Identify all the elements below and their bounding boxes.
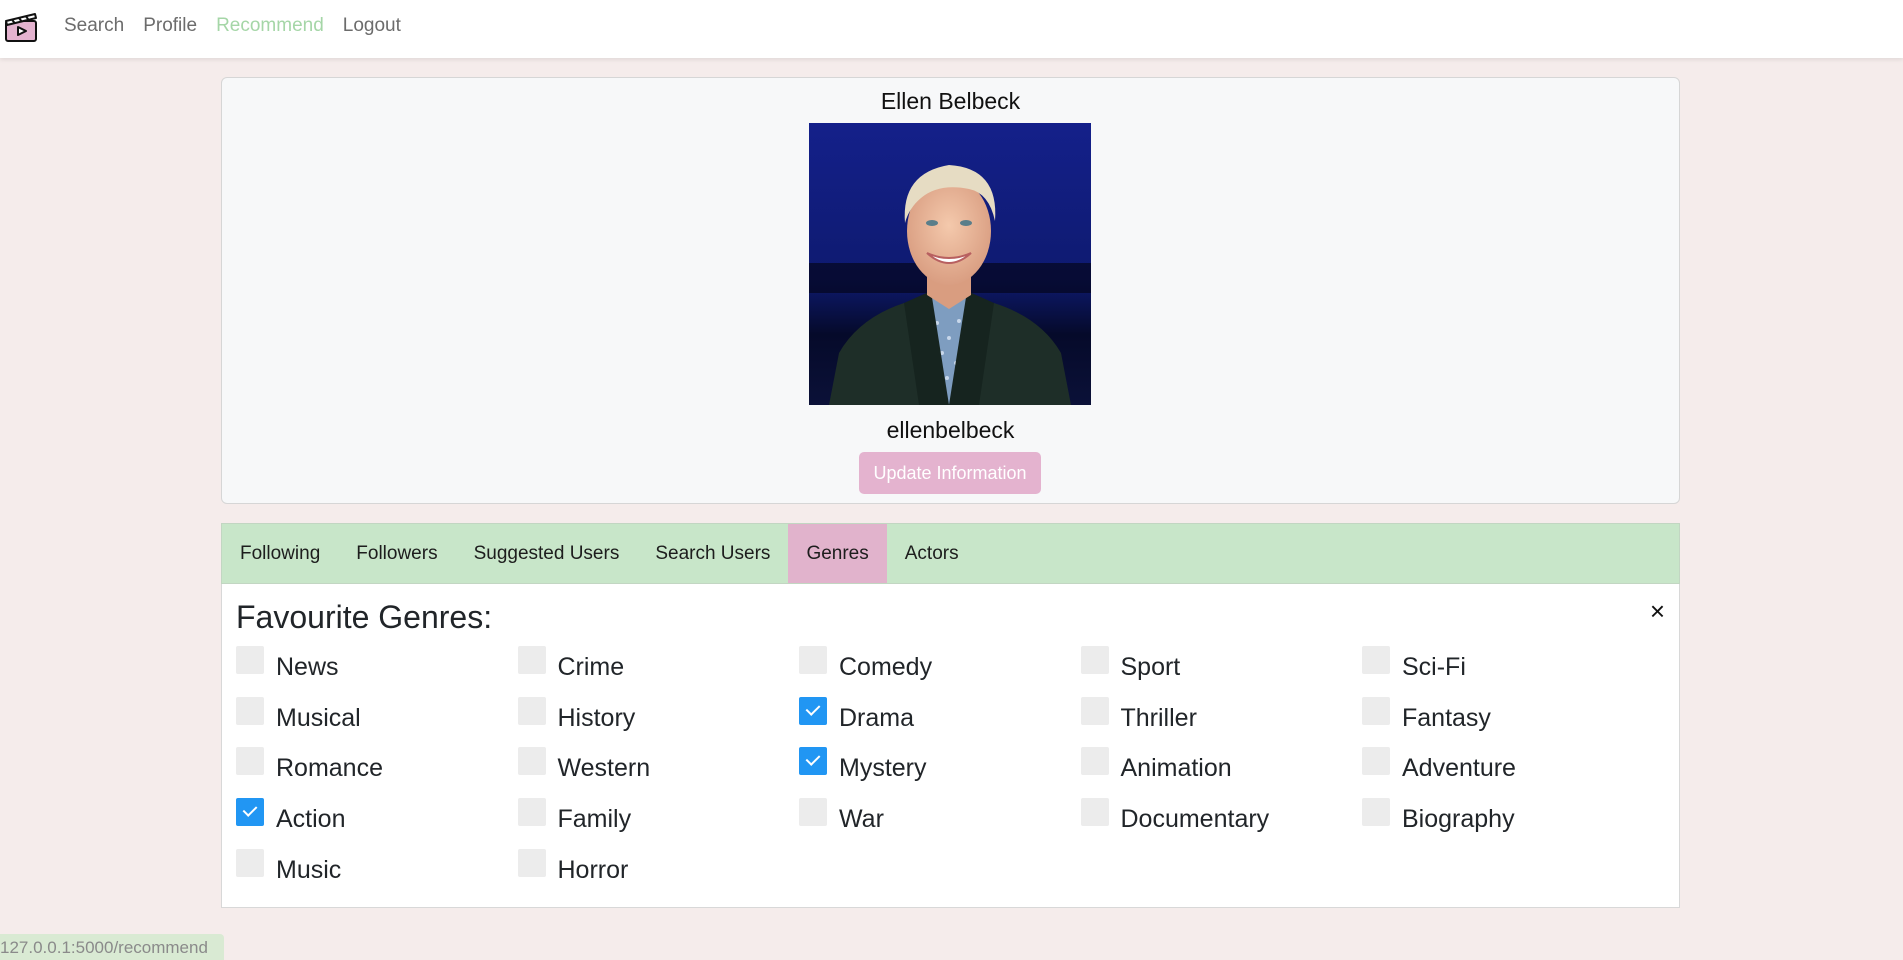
genre-label[interactable]: News bbox=[276, 653, 339, 682]
navbar: Search Profile Recommend Logout bbox=[0, 0, 1903, 58]
genre-label[interactable]: Sport bbox=[1121, 653, 1181, 682]
genre-checkbox[interactable] bbox=[1362, 747, 1390, 776]
nav-link-profile[interactable]: Profile bbox=[143, 15, 197, 37]
genre-item[interactable]: News bbox=[236, 646, 518, 697]
genre-label[interactable]: Biography bbox=[1402, 805, 1515, 834]
genre-item[interactable]: Comedy bbox=[799, 646, 1081, 697]
genre-checkbox[interactable] bbox=[1362, 696, 1390, 725]
genre-checkbox[interactable] bbox=[517, 798, 546, 827]
genre-checkbox[interactable] bbox=[517, 747, 546, 776]
genre-label[interactable]: Action bbox=[276, 805, 345, 834]
genre-checkbox[interactable] bbox=[1080, 696, 1109, 725]
browser-status-url: 127.0.0.1:5000/recommend bbox=[0, 934, 224, 960]
genre-checkbox[interactable] bbox=[1362, 798, 1390, 827]
genre-item[interactable]: Musical bbox=[236, 696, 518, 748]
genre-label[interactable]: Animation bbox=[1121, 754, 1232, 783]
tab-actors[interactable]: Actors bbox=[887, 524, 977, 583]
genre-label[interactable]: Family bbox=[558, 805, 632, 834]
genre-label[interactable]: Musical bbox=[276, 704, 361, 733]
genre-checkbox[interactable] bbox=[799, 747, 827, 776]
genre-label[interactable]: History bbox=[558, 704, 636, 733]
genre-checkbox[interactable] bbox=[1080, 747, 1109, 776]
genre-checkbox[interactable] bbox=[236, 696, 264, 725]
nav-link-logout[interactable]: Logout bbox=[343, 15, 401, 37]
genre-label[interactable]: Thriller bbox=[1121, 704, 1197, 733]
genre-item[interactable]: History bbox=[517, 696, 800, 748]
genre-checkbox[interactable] bbox=[517, 848, 546, 877]
genre-item[interactable]: Action bbox=[236, 798, 518, 849]
genre-item[interactable]: Mystery bbox=[799, 747, 1081, 798]
genre-label[interactable]: Horror bbox=[558, 856, 629, 885]
nav-link-search[interactable]: Search bbox=[64, 15, 124, 37]
profile-username: ellenbelbeck bbox=[886, 417, 1015, 443]
genre-item[interactable]: Romance bbox=[236, 747, 518, 798]
genre-checkbox[interactable] bbox=[799, 798, 827, 827]
genre-item[interactable]: Biography bbox=[1362, 798, 1644, 849]
genre-item[interactable]: Family bbox=[517, 798, 800, 849]
genre-label[interactable]: Mystery bbox=[839, 754, 927, 783]
genre-label[interactable]: War bbox=[839, 805, 884, 834]
genre-checkbox[interactable] bbox=[236, 646, 264, 674]
genres-panel: Favourite Genres: × News Crime Comedy Sport… bbox=[221, 584, 1680, 908]
profile-photo-image bbox=[809, 123, 1091, 405]
genres-title: Favourite Genres: bbox=[236, 599, 493, 635]
genre-checkbox[interactable] bbox=[799, 646, 827, 674]
avatar bbox=[809, 123, 1091, 405]
genre-label[interactable]: Adventure bbox=[1402, 754, 1516, 783]
genre-checkbox[interactable] bbox=[236, 747, 264, 776]
genre-checkbox[interactable] bbox=[517, 646, 546, 674]
genre-label[interactable]: Documentary bbox=[1121, 805, 1270, 834]
genre-label[interactable]: Comedy bbox=[839, 653, 932, 682]
genre-label[interactable]: Crime bbox=[558, 653, 625, 682]
genre-item[interactable]: Horror bbox=[517, 848, 800, 900]
genre-item[interactable]: Documentary bbox=[1080, 798, 1363, 849]
update-information-button[interactable]: Update Information bbox=[859, 452, 1041, 494]
genre-label[interactable]: Drama bbox=[839, 704, 914, 733]
genre-checkbox[interactable] bbox=[236, 848, 264, 877]
genre-item[interactable]: Adventure bbox=[1362, 747, 1644, 798]
tab-following[interactable]: Following bbox=[222, 524, 338, 583]
profile-tabs: Following Followers Suggested Users Sear… bbox=[221, 523, 1680, 584]
genre-checkbox[interactable] bbox=[799, 696, 827, 725]
tab-search-users[interactable]: Search Users bbox=[637, 524, 788, 583]
close-icon[interactable]: × bbox=[1650, 598, 1665, 624]
genre-item[interactable]: Crime bbox=[517, 646, 800, 697]
movie-clapperboard-logo-icon[interactable] bbox=[4, 9, 38, 43]
genre-checkbox[interactable] bbox=[1080, 646, 1109, 674]
nav-links: Search Profile Recommend Logout bbox=[64, 0, 420, 52]
tab-followers[interactable]: Followers bbox=[338, 524, 455, 583]
genre-label[interactable]: Western bbox=[558, 754, 651, 783]
genre-checkbox[interactable] bbox=[1080, 798, 1109, 827]
profile-card: Ellen Belbeck ellenbelbeck Update Inform… bbox=[221, 77, 1680, 504]
genre-item[interactable]: Animation bbox=[1080, 747, 1363, 798]
genre-label[interactable]: Music bbox=[276, 856, 341, 885]
nav-link-recommend[interactable]: Recommend bbox=[216, 15, 324, 37]
genre-checkbox[interactable] bbox=[1362, 646, 1390, 674]
genre-label[interactable]: Sci-Fi bbox=[1402, 653, 1466, 682]
genre-item[interactable]: Sport bbox=[1080, 646, 1363, 697]
genre-item[interactable]: Music bbox=[236, 848, 518, 900]
tab-genres[interactable]: Genres bbox=[788, 524, 887, 583]
genre-checkbox[interactable] bbox=[517, 696, 546, 725]
profile-name: Ellen Belbeck bbox=[880, 88, 1021, 114]
genre-item[interactable]: War bbox=[799, 798, 1081, 849]
genre-label[interactable]: Fantasy bbox=[1402, 704, 1491, 733]
tab-suggested-users[interactable]: Suggested Users bbox=[456, 524, 638, 583]
genre-item[interactable]: Fantasy bbox=[1362, 696, 1644, 748]
genres-grid: News Crime Comedy Sport Sci-Fi Musical History… bbox=[236, 646, 1656, 899]
genre-item[interactable]: Western bbox=[517, 747, 800, 798]
genre-item[interactable]: Drama bbox=[799, 696, 1081, 748]
genre-item[interactable]: Thriller bbox=[1080, 696, 1363, 748]
genre-checkbox[interactable] bbox=[236, 798, 264, 827]
genre-label[interactable]: Romance bbox=[276, 754, 383, 783]
genre-item[interactable]: Sci-Fi bbox=[1362, 646, 1644, 697]
